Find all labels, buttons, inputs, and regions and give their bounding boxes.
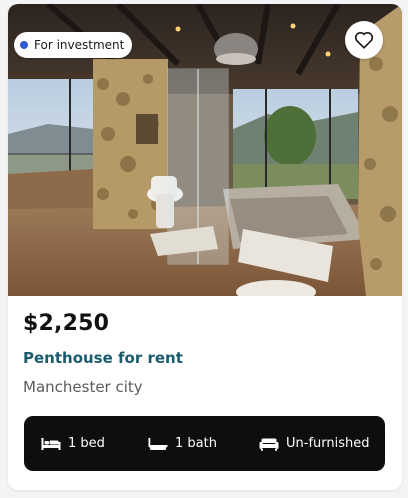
feature-bed: 1 bed: [41, 416, 105, 471]
status-dot-icon: [20, 41, 28, 49]
feature-furnishing: Un-furnished: [259, 416, 370, 471]
feature-bath-label: 1 bath: [175, 436, 217, 451]
property-photo[interactable]: For investment: [8, 4, 402, 296]
features-bar: 1 bed 1 bath Un-furnished: [24, 416, 385, 471]
feature-bed-label: 1 bed: [68, 436, 105, 451]
badge-label: For investment: [34, 38, 125, 52]
listing-price: $2,250: [23, 311, 110, 336]
listing-title[interactable]: Penthouse for rent: [23, 349, 183, 367]
bed-icon: [41, 437, 61, 450]
bathtub-icon: [148, 437, 168, 450]
property-card[interactable]: For investment $2,250 Penthouse for rent…: [8, 4, 402, 490]
feature-furnishing-label: Un-furnished: [286, 436, 370, 451]
feature-bath: 1 bath: [148, 416, 217, 471]
investment-badge: For investment: [14, 32, 133, 58]
favorite-button[interactable]: [345, 21, 383, 59]
sofa-icon: [259, 438, 279, 451]
listing-location: Manchester city: [23, 378, 143, 396]
heart-outline-icon: [354, 31, 374, 49]
